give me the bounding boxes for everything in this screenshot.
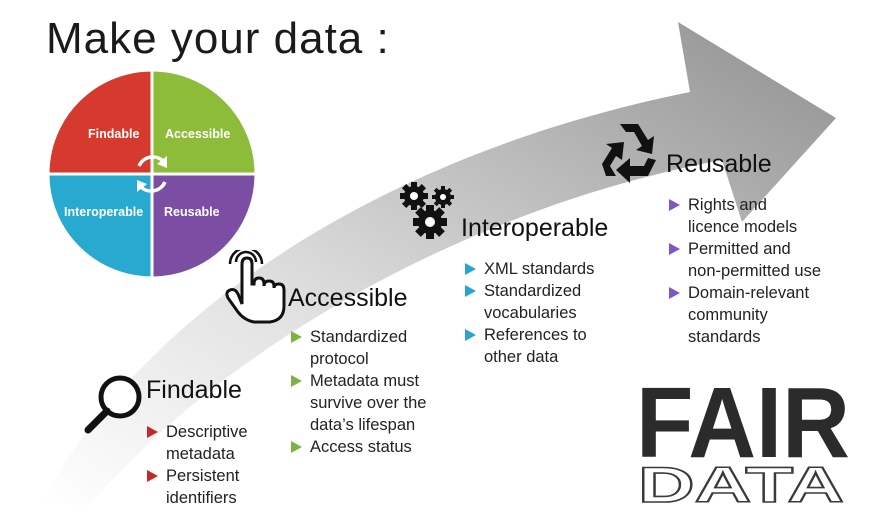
interoperable-list-item-line: Standardized <box>484 282 582 300</box>
accessible-list-item-line: Access status <box>310 438 412 456</box>
findable-list-item-line: identifiers <box>166 489 237 507</box>
accessible-list-item: Standardized protocol <box>288 326 426 370</box>
page-title: Make your data : <box>46 14 390 63</box>
wheel-quadrant-findable <box>46 68 154 176</box>
accessible-list: Standardized protocol Metadata must survive… <box>288 326 426 458</box>
interoperable-list-item: Standardized vocabularies <box>462 280 594 324</box>
reusable-list-item-line: licence models <box>688 218 798 236</box>
reusable-list: Rights and licence models Permitted and non… <box>666 194 821 348</box>
magnifier-icon <box>84 375 142 434</box>
findable-list-item-line: metadata <box>166 445 235 463</box>
accessible-title: Accessible <box>288 284 408 312</box>
findable-title: Findable <box>146 376 242 404</box>
interoperable-list-item-line: References to <box>484 326 587 344</box>
reusable-list-item-line: community <box>688 306 768 324</box>
findable-list-item-line: Descriptive <box>166 423 248 441</box>
accessible-list-item-line: Metadata must <box>310 372 420 390</box>
interoperable-list-item: References to other data <box>462 324 594 368</box>
wheel-label-findable: Findable <box>88 127 140 141</box>
reusable-list-item-line: non-permitted use <box>688 262 821 280</box>
accessible-list-item: Access status <box>288 436 426 458</box>
recycle-icon <box>602 124 656 183</box>
reusable-list-item-line: Domain-relevant <box>688 284 810 302</box>
findable-list: Descriptive metadata Persistent identifiers <box>144 421 248 509</box>
findable-list-item: Descriptive metadata <box>144 421 248 465</box>
interoperable-list-item-line: vocabularies <box>484 304 577 322</box>
reusable-list-item-line: Rights and <box>688 196 767 214</box>
hand-pointer-icon <box>225 250 286 324</box>
interoperable-list-item-line: other data <box>484 348 559 366</box>
reusable-list-item-line: Permitted and <box>688 240 791 258</box>
accessible-list-item: Metadata must survive over the data’s life… <box>288 370 426 436</box>
findable-list-item: Persistent identifiers <box>144 465 248 509</box>
fair-wheel <box>46 68 258 280</box>
gears-icon <box>400 182 454 239</box>
reusable-list-item: Permitted and non-permitted use <box>666 238 821 282</box>
interoperable-list-item-line: XML standards <box>484 260 595 278</box>
reusable-list-item: Rights and licence models <box>666 194 821 238</box>
wheel-label-interoperable: Interoperable <box>64 205 144 219</box>
accessible-list-item-line: Standardized <box>310 328 408 346</box>
accessible-list-item-line: data’s lifespan <box>310 416 416 434</box>
findable-list-item-line: Persistent <box>166 467 240 485</box>
interoperable-list-item: XML standards <box>462 258 594 280</box>
logo-data-text: DATA <box>638 457 844 510</box>
wheel-label-reusable: Reusable <box>164 205 220 219</box>
wheel-quadrant-accessible <box>150 68 258 176</box>
accessible-list-item-line: survive over the <box>310 394 427 412</box>
interoperable-list: XML standards Standardized vocabularies Ref… <box>462 258 594 368</box>
accessible-list-item-line: protocol <box>310 350 369 368</box>
wheel-label-accessible: Accessible <box>165 127 231 141</box>
reusable-title: Reusable <box>666 150 772 178</box>
reusable-list-item: Domain-relevant community standards <box>666 282 821 348</box>
interoperable-title: Interoperable <box>461 214 609 242</box>
wheel-quadrant-interoperable <box>46 172 154 280</box>
reusable-list-item-line: standards <box>688 328 761 346</box>
fair-data-logo: FAIR DATA <box>636 370 850 510</box>
